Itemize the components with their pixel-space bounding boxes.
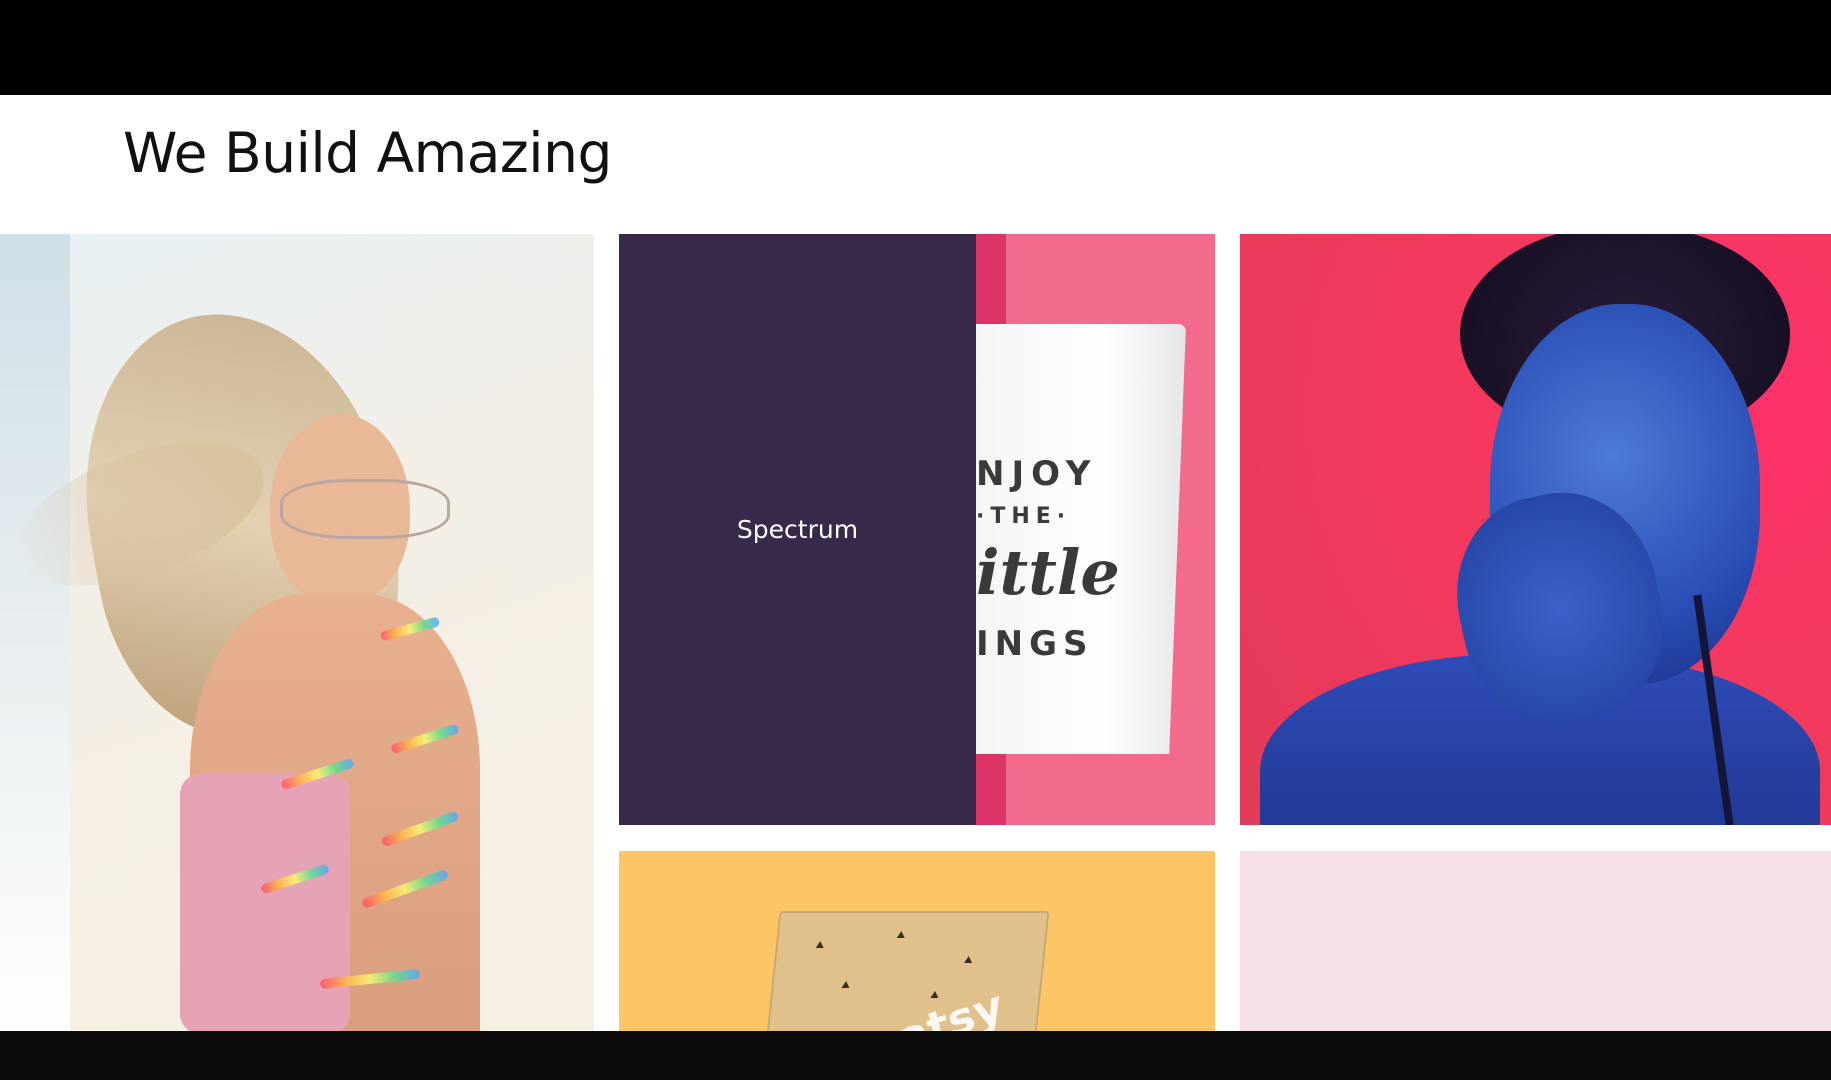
portfolio-section: We Build Amazing NJOY ·THE· ittle INGS S… [0, 95, 1831, 1031]
section-title: We Build Amazing [123, 121, 612, 185]
top-shape [180, 774, 350, 1031]
portfolio-tile-portrait[interactable] [0, 234, 594, 1031]
cup-image: NJOY ·THE· ittle INGS [976, 324, 1186, 754]
confetti-dot [964, 956, 973, 963]
confetti-dot [815, 941, 825, 948]
confetti-dot [841, 981, 851, 988]
confetti-dot [930, 991, 940, 998]
cup-text-line: NJOY [976, 454, 1098, 494]
portfolio-tile-box[interactable]: reatsy [619, 851, 1215, 1031]
portfolio-tile-pink[interactable] [1240, 851, 1831, 1031]
box-brand-text: reatsy [843, 981, 1009, 1031]
glasses-shape [280, 479, 450, 539]
top-letterbox-bar [0, 0, 1831, 95]
cup-text-line: INGS [976, 624, 1094, 664]
bottom-letterbox-bar [0, 1031, 1831, 1080]
cup-text-line: ittle [976, 536, 1120, 609]
cup-text-line: ·THE· [976, 504, 1072, 529]
portfolio-tile-spectrum[interactable]: NJOY ·THE· ittle INGS Spectrum [619, 234, 1215, 825]
confetti-dot [896, 931, 906, 938]
box-image: reatsy [758, 911, 1050, 1031]
portfolio-tile-singer[interactable] [1240, 234, 1831, 825]
background-image [0, 234, 70, 1031]
hover-overlay[interactable]: Spectrum [619, 234, 976, 825]
tile-label: Spectrum [736, 515, 859, 544]
